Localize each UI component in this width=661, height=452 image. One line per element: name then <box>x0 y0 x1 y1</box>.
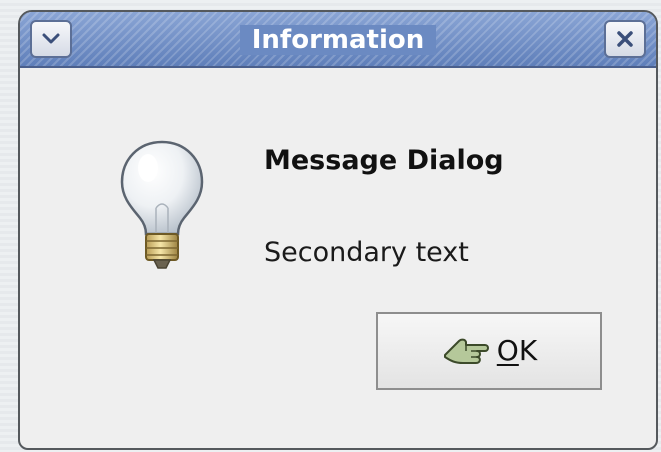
lightbulb-icon <box>120 140 204 269</box>
close-icon <box>617 31 633 47</box>
ok-button-label: OK <box>497 334 537 368</box>
titlebar[interactable]: Information <box>20 12 656 68</box>
primary-message: Message Dialog <box>264 145 504 176</box>
ok-label-rest: K <box>518 334 538 367</box>
ok-mnemonic: O <box>496 334 519 367</box>
ok-hand-icon <box>443 338 489 364</box>
ok-button[interactable]: OK <box>376 312 602 390</box>
secondary-message: Secondary text <box>264 237 469 268</box>
window-title: Information <box>20 24 656 56</box>
dialog-content: Message Dialog Secondary text OK <box>20 68 656 448</box>
dialog-window: Information Message Dialog Secondary tex… <box>18 10 658 450</box>
close-button[interactable] <box>604 20 646 58</box>
